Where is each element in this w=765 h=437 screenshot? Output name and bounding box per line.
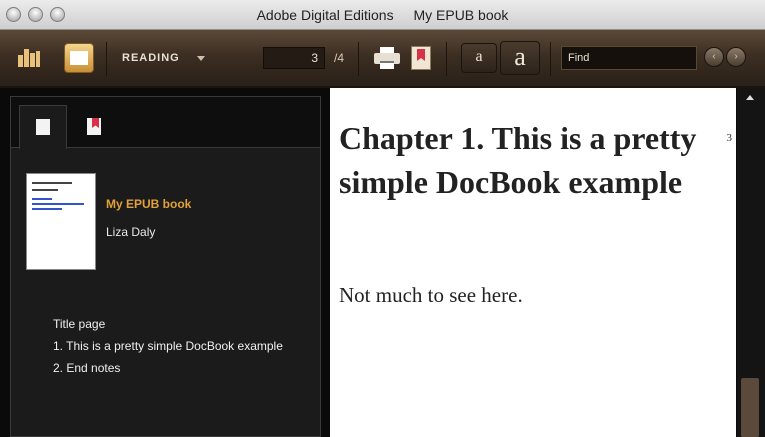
page-total-label: /4 — [334, 51, 345, 65]
toolbar-divider — [106, 42, 107, 76]
increase-font-button[interactable]: a — [500, 41, 540, 75]
find-input[interactable] — [561, 46, 697, 70]
window-titlebar: Adobe Digital Editions My EPUB book — [0, 0, 765, 30]
page-scrollbar[interactable] — [737, 88, 765, 437]
app-name: Adobe Digital Editions — [256, 7, 394, 23]
window-title: Adobe Digital Editions My EPUB book — [0, 7, 765, 23]
book-author: Liza Daly — [106, 225, 156, 239]
scroll-up-icon[interactable] — [743, 92, 757, 104]
chevron-down-icon[interactable] — [197, 56, 205, 61]
scrollbar-thumb[interactable] — [741, 378, 759, 437]
bookmark-icon — [87, 118, 101, 135]
reader-main: My EPUB book Liza Daly Title page 1. Thi… — [0, 88, 765, 437]
toolbar-divider — [550, 42, 551, 76]
chapter-heading: Chapter 1. This is a pretty simple DocBo… — [339, 120, 697, 200]
page-number-marker: 3 — [726, 132, 733, 144]
navigation-panel: My EPUB book Liza Daly Title page 1. Thi… — [10, 96, 321, 437]
document-icon — [36, 119, 50, 135]
panel-tabstrip — [11, 97, 320, 149]
bookmark-icon[interactable] — [411, 46, 431, 70]
reading-view-icon[interactable] — [64, 43, 94, 73]
tab-book-info[interactable] — [19, 105, 67, 149]
toc-item[interactable]: 1. This is a pretty simple DocBook examp… — [53, 335, 283, 357]
decrease-font-button[interactable]: a — [461, 43, 497, 73]
find-previous-button[interactable]: ‹ — [704, 47, 724, 67]
book-cover-thumbnail[interactable] — [26, 173, 96, 270]
document-name: My EPUB book — [413, 7, 509, 23]
toolbar-divider — [446, 42, 447, 76]
book-page: Chapter 1. This is a pretty simple DocBo… — [330, 88, 736, 437]
toolbar-divider — [358, 42, 359, 76]
reader-toolbar: READING 3 /4 a a ‹ › — [0, 30, 765, 88]
toc-item[interactable]: 2. End notes — [53, 357, 283, 379]
table-of-contents: Title page 1. This is a pretty simple Do… — [53, 313, 283, 379]
book-title: My EPUB book — [106, 197, 192, 211]
reading-mode-dropdown[interactable]: READING — [122, 52, 180, 64]
toc-item[interactable]: Title page — [53, 313, 283, 335]
library-view-icon[interactable] — [18, 49, 40, 67]
find-next-button[interactable]: › — [726, 47, 746, 67]
page-number-input[interactable]: 3 — [263, 47, 325, 69]
body-paragraph: Not much to see here. — [339, 283, 523, 307]
print-icon[interactable] — [374, 47, 400, 69]
tab-bookmarks[interactable] — [75, 105, 115, 149]
